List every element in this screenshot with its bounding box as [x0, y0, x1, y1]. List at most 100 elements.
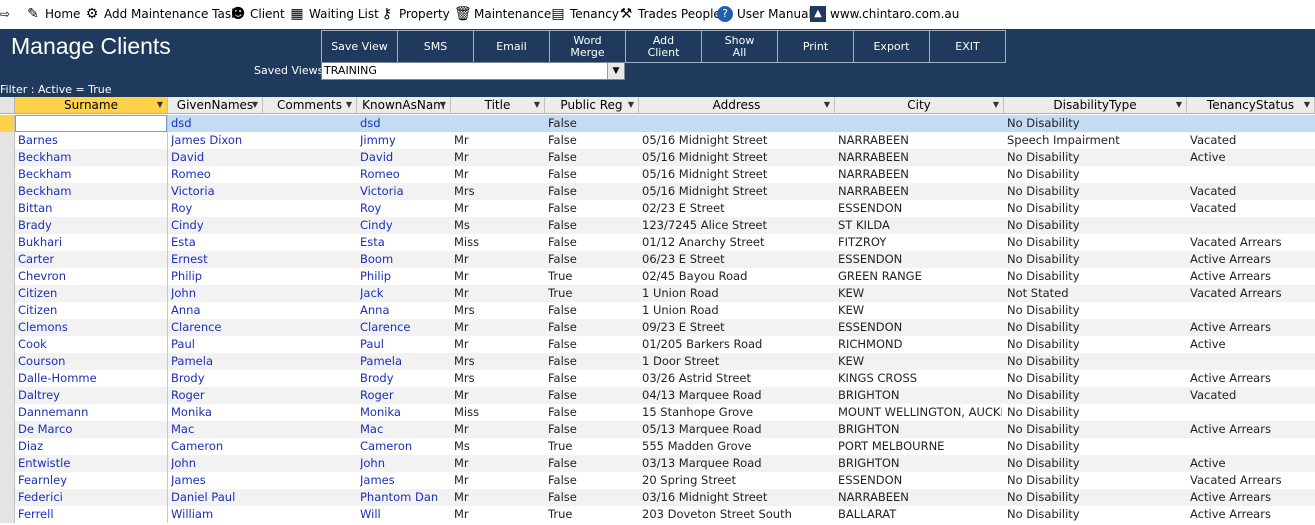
cell-givennames[interactable]: Roy: [171, 201, 261, 215]
cell-givennames[interactable]: Mac: [171, 422, 261, 436]
cell-title[interactable]: Mrs: [454, 354, 543, 368]
cell-address[interactable]: 04/13 Marquee Road: [642, 388, 833, 402]
row-selector[interactable]: [0, 251, 15, 268]
cell-city[interactable]: BALLARAT: [838, 507, 1002, 521]
cell-tenancystatus[interactable]: Vacated Arrears: [1190, 235, 1313, 249]
cell-surname[interactable]: Citizen: [18, 286, 166, 300]
cell-givennames[interactable]: Romeo: [171, 167, 261, 181]
cell-address[interactable]: 1 Union Road: [642, 286, 833, 300]
cell-title[interactable]: Ms: [454, 439, 543, 453]
cell-givennames[interactable]: Paul: [171, 337, 261, 351]
cell-surname[interactable]: Beckham: [18, 184, 166, 198]
table-row[interactable]: Cook Paul Paul Mr False 01/205 Barkers Road RI…: [0, 336, 1315, 353]
table-row[interactable]: Bittan Roy Roy Mr False 02/23 E Street ESSENDO…: [0, 200, 1315, 217]
cell-city[interactable]: NARRABEEN: [838, 133, 1002, 147]
exit-button[interactable]: EXIT: [930, 31, 1005, 62]
cell-title[interactable]: Mr: [454, 507, 543, 521]
cell-title[interactable]: Miss: [454, 235, 543, 249]
row-selector[interactable]: [0, 404, 15, 421]
cell-knownasnam[interactable]: Pamela: [360, 354, 449, 368]
cell-surname[interactable]: Daltrey: [18, 388, 166, 402]
cell-tenancystatus[interactable]: Vacated: [1190, 184, 1313, 198]
cell-disabilitytype[interactable]: No Disability: [1007, 218, 1185, 232]
toolbar-link-tenancy[interactable]: ▤ Tenancy: [550, 5, 619, 23]
cell-address[interactable]: 02/45 Bayou Road: [642, 269, 833, 283]
cell-city[interactable]: NARRABEEN: [838, 490, 1002, 504]
cell-disabilitytype[interactable]: No Disability: [1007, 320, 1185, 334]
cell-disabilitytype[interactable]: Speech Impairment: [1007, 133, 1185, 147]
word-merge-button[interactable]: Word Merge: [550, 31, 626, 62]
cell-public-reg[interactable]: True: [548, 269, 637, 283]
table-row[interactable]: De Marco Mac Mac Mr False 05/13 Marquee Road B…: [0, 421, 1315, 438]
cell-knownasnam[interactable]: Phantom Dan: [360, 490, 449, 504]
cell-title[interactable]: Mrs: [454, 371, 543, 385]
cell-knownasnam[interactable]: Brody: [360, 371, 449, 385]
cell-title[interactable]: Ms: [454, 218, 543, 232]
row-selector[interactable]: [0, 489, 15, 506]
cell-tenancystatus[interactable]: Vacated: [1190, 201, 1313, 215]
cell-givennames[interactable]: Cameron: [171, 439, 261, 453]
sort-filter-icon[interactable]: ▼: [346, 100, 352, 109]
cell-city[interactable]: ESSENDON: [838, 320, 1002, 334]
cell-city[interactable]: BRIGHTON: [838, 456, 1002, 470]
row-selector[interactable]: [0, 353, 15, 370]
cell-title[interactable]: Mr: [454, 456, 543, 470]
cell-surname[interactable]: Dalle-Homme: [18, 371, 166, 385]
cell-public-reg[interactable]: False: [548, 133, 637, 147]
row-selector[interactable]: [0, 302, 15, 319]
cell-knownasnam[interactable]: Anna: [360, 303, 449, 317]
table-row[interactable]: Barnes James Dixon Jimmy Mr False 05/16 Midni…: [0, 132, 1315, 149]
cell-address[interactable]: 03/26 Astrid Street: [642, 371, 833, 385]
cell-disabilitytype[interactable]: No Disability: [1007, 422, 1185, 436]
cell-givennames[interactable]: dsd: [171, 116, 261, 130]
cell-title[interactable]: Mr: [454, 252, 543, 266]
cell-knownasnam[interactable]: Jack: [360, 286, 449, 300]
sms-button[interactable]: SMS: [398, 31, 474, 62]
chevron-down-icon[interactable]: ▼: [607, 63, 624, 79]
table-row[interactable]: Ferrell William Will Mr True 203 Doveton Stre…: [0, 506, 1315, 523]
cell-public-reg[interactable]: True: [548, 507, 637, 521]
table-row[interactable]: Chevron Philip Philip Mr True 02/45 Bayou Roa…: [0, 268, 1315, 285]
cell-disabilitytype[interactable]: No Disability: [1007, 303, 1185, 317]
toolbar-link-maintenance[interactable]: 🗑 Maintenance: [454, 5, 551, 23]
cell-address[interactable]: 05/16 Midnight Street: [642, 150, 833, 164]
cell-city[interactable]: KEW: [838, 354, 1002, 368]
cell-address[interactable]: 203 Doveton Street South: [642, 507, 833, 521]
cell-surname[interactable]: Bukhari: [18, 235, 166, 249]
table-row[interactable]: Citizen John Jack Mr True 1 Union Road KEW Not …: [0, 285, 1315, 302]
toolbar-link-home[interactable]: ✎ Home: [25, 5, 80, 23]
table-row[interactable]: Beckham Romeo Romeo Mr False 05/16 Midnight S…: [0, 166, 1315, 183]
cell-tenancystatus[interactable]: Active Arrears: [1190, 422, 1313, 436]
cell-city[interactable]: BRIGHTON: [838, 422, 1002, 436]
table-row[interactable]: Clemons Clarence Clarence Mr False 09/23 E St…: [0, 319, 1315, 336]
cell-city[interactable]: ST KILDA: [838, 218, 1002, 232]
cell-public-reg[interactable]: False: [548, 320, 637, 334]
column-header-tenancystatus[interactable]: TenancyStatus ▼: [1187, 97, 1315, 114]
sort-filter-icon[interactable]: ▼: [157, 100, 163, 109]
cell-knownasnam[interactable]: Boom: [360, 252, 449, 266]
table-row[interactable]: Beckham Victoria Victoria Mrs False 05/16 Mid…: [0, 183, 1315, 200]
table-row[interactable]: Federici Daniel Paul Phantom Dan Mr False 03/…: [0, 489, 1315, 506]
cell-city[interactable]: MOUNT WELLINGTON, AUCKLA: [838, 405, 1002, 419]
cell-knownasnam[interactable]: Monika: [360, 405, 449, 419]
cell-address[interactable]: 1 Union Road: [642, 303, 833, 317]
table-row[interactable]: Fearnley James James Mr False 20 Spring Stree…: [0, 472, 1315, 489]
cell-address[interactable]: 1 Door Street: [642, 354, 833, 368]
cell-address[interactable]: 20 Spring Street: [642, 473, 833, 487]
cell-city[interactable]: ESSENDON: [838, 252, 1002, 266]
sort-filter-icon[interactable]: ▼: [993, 100, 999, 109]
cell-givennames[interactable]: James: [171, 473, 261, 487]
cell-address[interactable]: 05/16 Midnight Street: [642, 184, 833, 198]
cell-surname[interactable]: Barnes: [18, 133, 166, 147]
toolbar-link-add-maintenance-task[interactable]: ⚙ Add Maintenance Task: [84, 5, 238, 23]
saved-views-select[interactable]: TRAINING ▼: [321, 62, 625, 80]
cell-knownasnam[interactable]: Mac: [360, 422, 449, 436]
cell-surname[interactable]: Bittan: [18, 201, 166, 215]
cell-disabilitytype[interactable]: No Disability: [1007, 490, 1185, 504]
cell-givennames[interactable]: James Dixon: [171, 133, 261, 147]
cell-public-reg[interactable]: False: [548, 116, 637, 130]
cell-tenancystatus[interactable]: Active Arrears: [1190, 490, 1313, 504]
cell-tenancystatus[interactable]: Active Arrears: [1190, 320, 1313, 334]
row-selector[interactable]: [0, 438, 15, 455]
sort-filter-icon[interactable]: ▼: [824, 100, 830, 109]
